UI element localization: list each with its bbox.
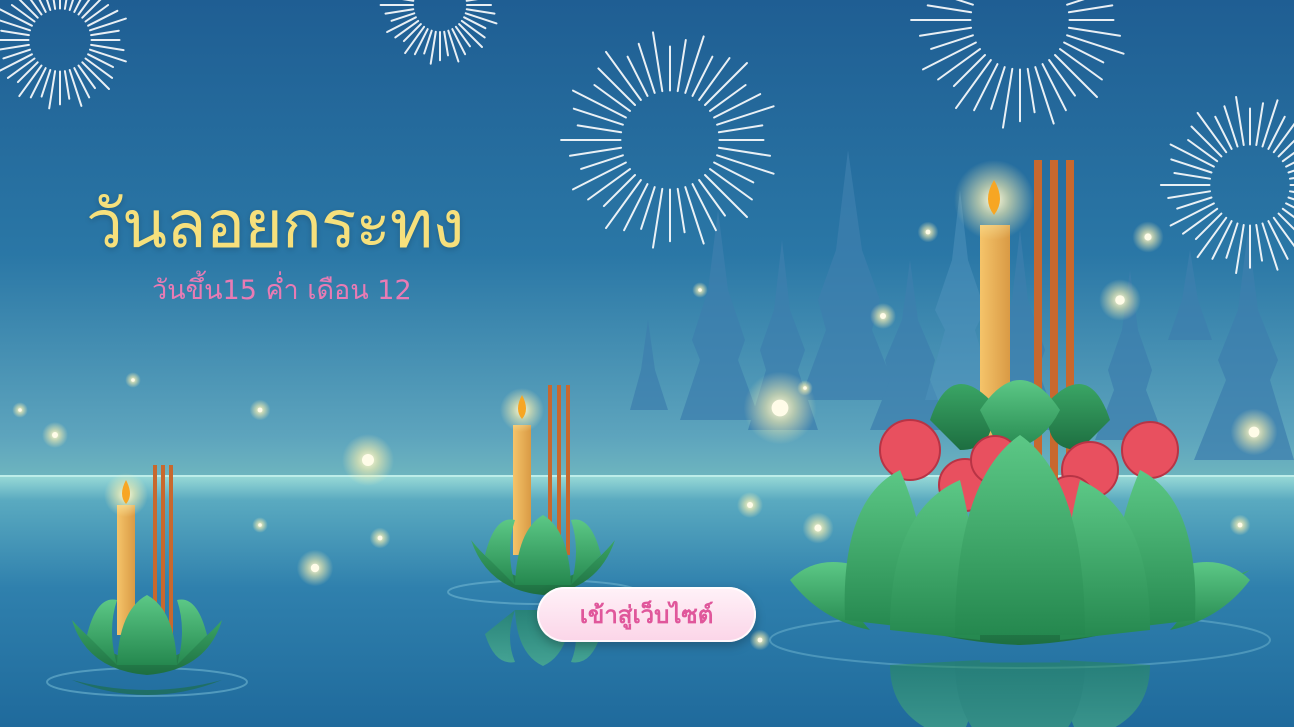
enter-website-button[interactable]: เข้าสู่เว็บไซต์	[537, 587, 756, 642]
page-title: วันลอยกระทง	[86, 186, 465, 263]
krathong-icon	[46, 465, 248, 697]
page-subtitle: วันขึ้น15 ค่ำ เดือน 12	[152, 275, 412, 306]
landing-scene: วันลอยกระทง วันขึ้น15 ค่ำ เดือน 12 เข้าส…	[0, 0, 1294, 727]
